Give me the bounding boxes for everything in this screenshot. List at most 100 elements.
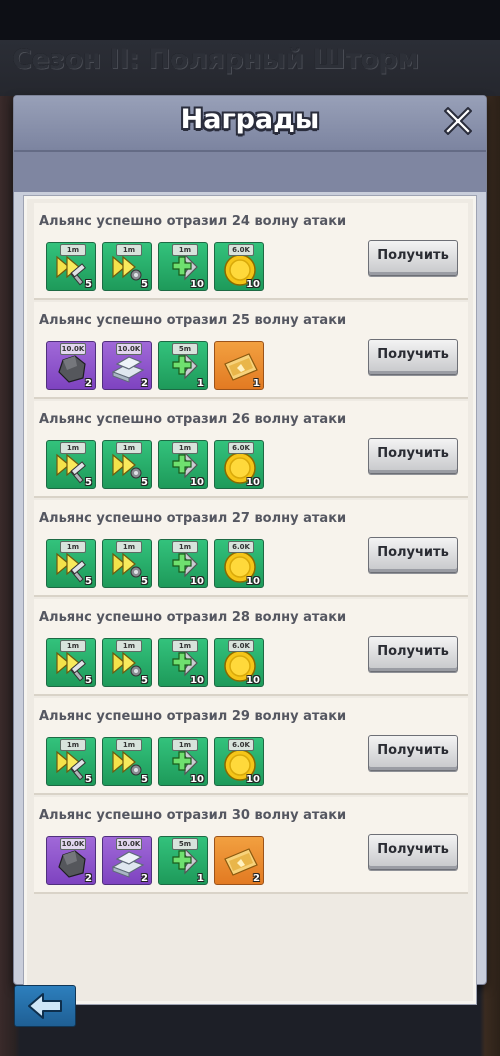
item-quantity: 10 (246, 576, 260, 587)
close-button[interactable] (442, 104, 474, 136)
item-tag: 6.0K (228, 442, 254, 454)
item-tag: 1m (116, 244, 142, 256)
reward-item[interactable]: 1m 5 (46, 539, 96, 588)
item-tag: 6.0K (228, 541, 254, 553)
claim-button[interactable]: Получить (368, 240, 458, 276)
item-tag: 1m (172, 244, 198, 256)
claim-button[interactable]: Получить (368, 438, 458, 474)
claim-button[interactable]: Получить (368, 537, 458, 573)
reward-items: 10.0K 2 10.0K 2 5m 1 2 (46, 836, 276, 886)
reward-item[interactable]: 5m 1 (158, 836, 208, 885)
reward-item[interactable]: 2 (214, 836, 264, 885)
arrow-left-icon (28, 993, 62, 1019)
claim-button[interactable]: Получить (368, 339, 458, 375)
season-title: Сезон II: Полярный Шторм (12, 44, 419, 75)
item-quantity: 2 (253, 873, 260, 884)
reward-row-title: Альянс успешно отразил 27 волну атаки (39, 511, 347, 526)
item-tag: 6.0K (228, 640, 254, 652)
item-tag: 5m (172, 343, 198, 355)
item-tag: 1m (60, 244, 86, 256)
modal-header: Награды (14, 96, 486, 152)
item-quantity: 5 (85, 279, 92, 290)
rewards-modal: Награды Альянс успешно отразил 24 волну … (14, 96, 486, 1004)
item-quantity: 5 (141, 279, 148, 290)
modal-title: Награды (180, 104, 320, 135)
item-tag: 1m (116, 739, 142, 751)
reward-item[interactable]: 10.0K 2 (102, 836, 152, 885)
item-quantity: 10 (246, 279, 260, 290)
reward-row-title: Альянс успешно отразил 25 волну атаки (39, 313, 347, 328)
reward-item[interactable]: 6.0K 10 (214, 737, 264, 786)
reward-item[interactable]: 10.0K 2 (102, 341, 152, 390)
reward-item[interactable]: 1m 5 (102, 539, 152, 588)
item-quantity: 1 (253, 378, 260, 389)
item-quantity: 5 (85, 477, 92, 488)
item-tag: 1m (116, 442, 142, 454)
reward-item[interactable]: 1 (214, 341, 264, 390)
item-quantity: 10 (190, 675, 204, 686)
reward-item[interactable]: 1m 5 (102, 242, 152, 291)
reward-row: Альянс успешно отразил 25 волну атаки 10.… (34, 302, 468, 399)
item-quantity: 5 (85, 576, 92, 587)
reward-item[interactable]: 6.0K 10 (214, 638, 264, 687)
reward-row: Альянс успешно отразил 24 волну атаки 1m 5… (34, 203, 468, 300)
item-quantity: 10 (246, 675, 260, 686)
reward-item[interactable]: 1m 5 (46, 242, 96, 291)
reward-items: 1m 5 1m 5 1m 10 6.0K 10 (46, 737, 276, 787)
item-quantity: 2 (141, 873, 148, 884)
modal-subheader (14, 152, 486, 192)
item-tag: 10.0K (60, 838, 86, 850)
reward-item[interactable]: 1m 5 (102, 638, 152, 687)
reward-item[interactable]: 6.0K 10 (214, 539, 264, 588)
item-tag: 1m (60, 640, 86, 652)
reward-row: Альянс успешно отразил 28 волну атаки 1m 5… (34, 599, 468, 696)
reward-items: 1m 5 1m 5 1m 10 6.0K 10 (46, 440, 276, 490)
item-tag: 1m (60, 541, 86, 553)
reward-item[interactable]: 10.0K 2 (46, 836, 96, 885)
item-quantity: 2 (85, 873, 92, 884)
reward-row-title: Альянс успешно отразил 24 волну атаки (39, 214, 347, 229)
reward-row-title: Альянс успешно отразил 28 волну атаки (39, 610, 347, 625)
reward-item[interactable]: 1m 5 (102, 737, 152, 786)
item-tag: 10.0K (116, 343, 142, 355)
reward-item[interactable]: 5m 1 (158, 341, 208, 390)
reward-item[interactable]: 1m 5 (46, 737, 96, 786)
claim-button[interactable]: Получить (368, 735, 458, 771)
back-button[interactable] (14, 985, 76, 1027)
reward-items: 1m 5 1m 5 1m 10 6.0K 10 (46, 242, 276, 292)
item-quantity: 10 (246, 477, 260, 488)
reward-item[interactable]: 1m 5 (46, 440, 96, 489)
reward-row: Альянс успешно отразил 27 волну атаки 1m 5… (34, 500, 468, 597)
item-quantity: 1 (197, 378, 204, 389)
claim-button[interactable]: Получить (368, 636, 458, 672)
item-tag: 1m (172, 541, 198, 553)
reward-item[interactable]: 10.0K 2 (46, 341, 96, 390)
item-quantity: 5 (141, 675, 148, 686)
item-tag: 6.0K (228, 739, 254, 751)
reward-item[interactable]: 1m 10 (158, 638, 208, 687)
claim-button[interactable]: Получить (368, 834, 458, 870)
item-quantity: 1 (197, 873, 204, 884)
item-quantity: 5 (85, 774, 92, 785)
reward-item[interactable]: 6.0K 10 (214, 242, 264, 291)
status-bar-area (0, 0, 500, 40)
item-quantity: 5 (141, 576, 148, 587)
item-quantity: 10 (190, 576, 204, 587)
reward-items: 1m 5 1m 5 1m 10 6.0K 10 (46, 539, 276, 589)
item-tag: 1m (116, 640, 142, 652)
reward-row: Альянс успешно отразил 29 волну атаки 1m 5… (34, 698, 468, 795)
reward-item[interactable]: 1m 10 (158, 539, 208, 588)
item-tag: 1m (116, 541, 142, 553)
reward-item[interactable]: 1m 10 (158, 242, 208, 291)
close-icon (444, 107, 472, 135)
item-tag: 10.0K (116, 838, 142, 850)
reward-item[interactable]: 1m 10 (158, 737, 208, 786)
item-tag: 1m (172, 442, 198, 454)
reward-item[interactable]: 1m 5 (102, 440, 152, 489)
item-quantity: 10 (190, 774, 204, 785)
reward-item[interactable]: 6.0K 10 (214, 440, 264, 489)
reward-item[interactable]: 1m 5 (46, 638, 96, 687)
item-quantity: 2 (141, 378, 148, 389)
reward-item[interactable]: 1m 10 (158, 440, 208, 489)
reward-row: Альянс успешно отразил 30 волну атаки 10.… (34, 797, 468, 894)
